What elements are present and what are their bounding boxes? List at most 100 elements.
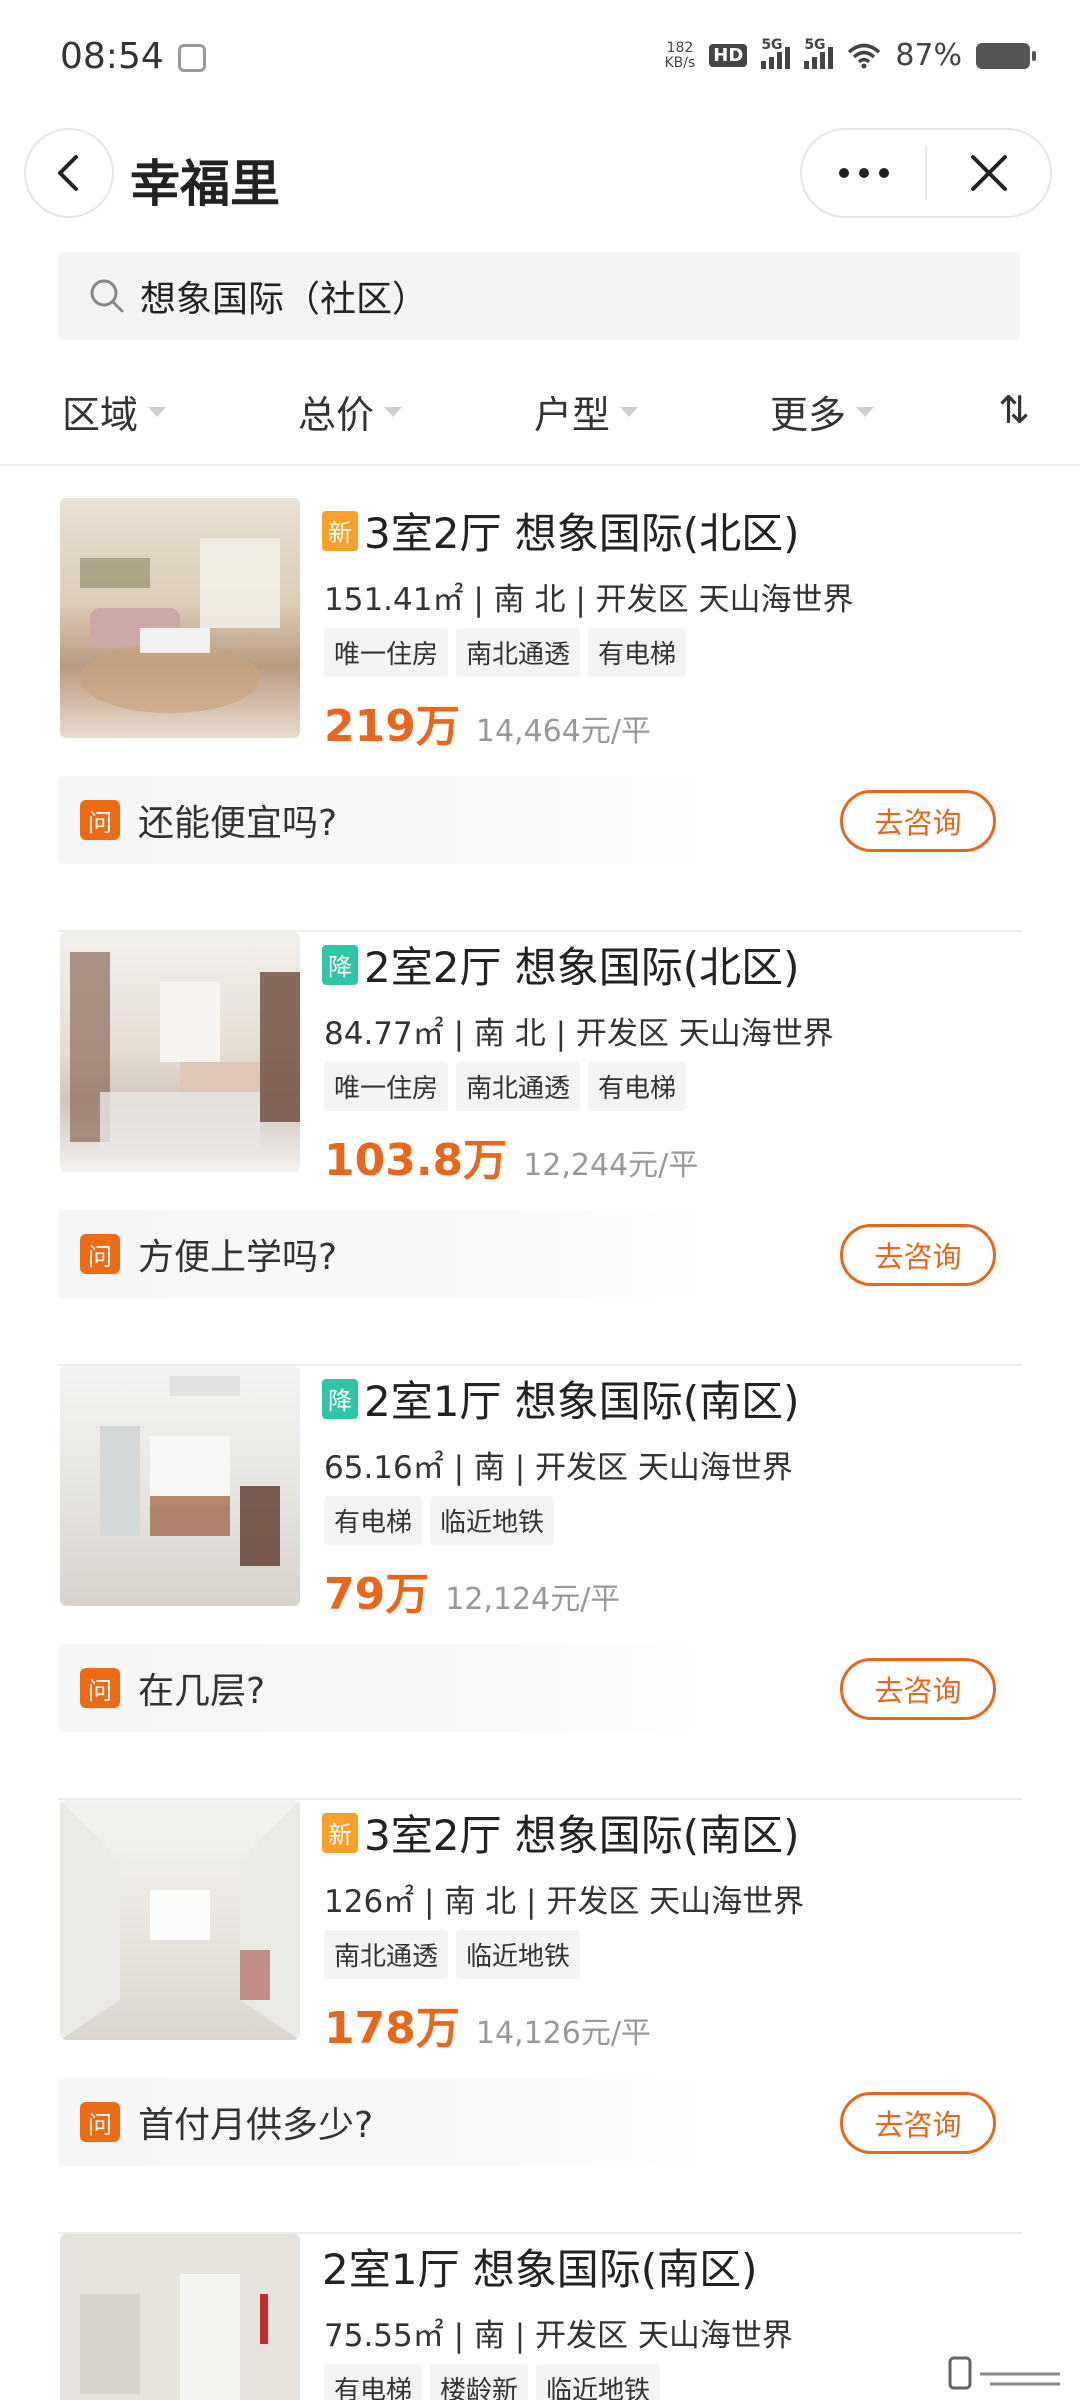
listing-title: 2室2厅 想象国际(北区) [364, 943, 800, 992]
feature-tag: 唯一住房 [324, 628, 449, 677]
feature-tag: 有电梯 [588, 628, 687, 677]
listing-title: 3室2厅 想象国际(南区) [364, 1811, 800, 1860]
price-row: 178万 14,126元/平 [324, 1992, 651, 2056]
listing-meta: 126㎡ | 南 北 | 开发区 天山海世界 [324, 1884, 805, 1920]
feature-tag: 南北通透 [456, 1062, 581, 1111]
caret-down-icon [856, 406, 875, 417]
filter-region[interactable]: 区域 [62, 384, 167, 439]
question-text: 首付月供多少? [138, 2105, 374, 2146]
consult-button[interactable]: 去咨询 [840, 1224, 996, 1286]
caret-down-icon [148, 406, 167, 417]
consult-button[interactable]: 去咨询 [840, 790, 996, 852]
total-price: 79万 [324, 1569, 430, 1620]
feature-tag: 临近地铁 [456, 1930, 581, 1979]
feature-tag: 有电梯 [324, 2364, 423, 2400]
filter-more-label: 更多 [770, 393, 847, 437]
question-icon: 问 [80, 1234, 120, 1274]
signal-label-2: 5G [804, 36, 826, 53]
feature-tag: 临近地铁 [430, 1496, 555, 1545]
feature-tag: 有电梯 [324, 1496, 423, 1545]
feature-tag: 临近地铁 [536, 2364, 661, 2400]
more-dots-icon [838, 168, 889, 178]
unit-price: 14,126元/平 [475, 2016, 651, 2051]
listing-title: 3室2厅 想象国际(北区) [364, 509, 800, 558]
listing-item[interactable]: 降 2室2厅 想象国际(北区) 84.77㎡ | 南 北 | 开发区 天山海世界… [58, 932, 1022, 1366]
close-icon [970, 155, 1007, 191]
listing-title-row: 2室1厅 想象国际(南区) [322, 2236, 758, 2297]
filter-total-price[interactable]: 总价 [298, 384, 403, 439]
filter-region-label: 区域 [62, 393, 139, 437]
filter-layout[interactable]: 户型 [534, 384, 639, 439]
listing-meta: 151.41㎡ | 南 北 | 开发区 天山海世界 [324, 582, 854, 618]
price-drop-badge: 降 [322, 1378, 358, 1419]
listing-title: 2室1厅 想象国际(南区) [322, 2245, 758, 2294]
listing-meta: 75.55㎡ | 南 | 开发区 天山海世界 [324, 2318, 793, 2354]
filter-more[interactable]: 更多 [770, 384, 875, 439]
question-icon: 问 [80, 1668, 120, 1708]
new-badge: 新 [322, 1812, 358, 1853]
listing-item[interactable]: 新 3室2厅 想象国际(北区) 151.41㎡ | 南 北 | 开发区 天山海世… [58, 498, 1022, 932]
listing-title-row: 降 2室2厅 想象国际(北区) [322, 934, 800, 995]
status-bar: 08:54 182 KB/s HD 5G 5G 87% [0, 0, 1080, 120]
mini-program-capsule [800, 128, 1052, 218]
listing-item[interactable]: 新 3室2厅 想象国际(南区) 126㎡ | 南 北 | 开发区 天山海世界 南… [58, 1800, 1022, 2234]
back-button[interactable] [24, 128, 114, 218]
watermark-icon [948, 2356, 1060, 2390]
battery-icon [976, 42, 1036, 69]
feature-tag: 唯一住房 [324, 1062, 449, 1111]
battery-percent: 87% [895, 38, 962, 73]
listing-meta: 65.16㎡ | 南 | 开发区 天山海世界 [324, 1450, 793, 1486]
listing-photo [60, 2234, 300, 2400]
consult-button[interactable]: 去咨询 [840, 1658, 996, 1720]
hd-icon: HD [709, 44, 748, 67]
consult-button[interactable]: 去咨询 [840, 2092, 996, 2154]
listing-tags: 南北通透 临近地铁 [324, 1930, 581, 1979]
question-bar[interactable]: 问 在几层? [58, 1644, 706, 1732]
listing-photo [60, 932, 300, 1172]
filter-total-price-label: 总价 [298, 393, 375, 437]
close-button[interactable] [927, 130, 1050, 216]
question-bar[interactable]: 问 还能便宜吗? [58, 776, 706, 864]
listing-title: 2室1厅 想象国际(南区) [364, 1377, 800, 1426]
listing-title-row: 新 3室2厅 想象国际(南区) [322, 1802, 800, 1863]
search-icon [90, 279, 124, 313]
listing-title-row: 新 3室2厅 想象国际(北区) [322, 500, 800, 561]
network-speed: 182 KB/s [664, 39, 696, 71]
question-bar[interactable]: 问 首付月供多少? [58, 2078, 706, 2166]
signal-icon-2: 5G [804, 37, 834, 69]
sort-icon[interactable]: ⇅ [998, 388, 1030, 432]
feature-tag: 有电梯 [588, 1062, 687, 1111]
listing-item[interactable]: 降 2室1厅 想象国际(南区) 65.16㎡ | 南 | 开发区 天山海世界 有… [58, 1366, 1022, 1800]
unit-price: 12,244元/平 [523, 1148, 699, 1183]
app-notification-icon [178, 44, 206, 72]
network-speed-value: 182 [666, 39, 694, 56]
status-indicators: 182 KB/s HD 5G 5G 87% [664, 37, 1036, 73]
price-row: 103.8万 12,244元/平 [324, 1124, 698, 1188]
total-price: 103.8万 [324, 1135, 508, 1186]
feature-tag: 南北通透 [456, 628, 581, 677]
question-text: 还能便宜吗? [138, 803, 338, 844]
listing-photo [60, 1366, 300, 1606]
price-row: 79万 12,124元/平 [324, 1558, 620, 1622]
listing-tags: 唯一住房 南北通透 有电梯 [324, 1062, 687, 1111]
listing-photo [60, 1800, 300, 2040]
listing-meta: 84.77㎡ | 南 北 | 开发区 天山海世界 [324, 1016, 834, 1052]
listing-photo [60, 498, 300, 738]
filter-layout-label: 户型 [534, 393, 611, 437]
price-row: 219万 14,464元/平 [324, 690, 651, 754]
question-bar[interactable]: 问 方便上学吗? [58, 1210, 706, 1298]
chevron-left-icon [58, 155, 78, 191]
filter-bar: 区域 总价 户型 更多 ⇅ [0, 366, 1080, 466]
page-title: 幸福里 [130, 155, 280, 213]
header: 幸福里 [0, 128, 1080, 220]
signal-icon-1: 5G [761, 37, 791, 69]
status-time: 08:54 [60, 36, 164, 77]
signal-label-1: 5G [761, 36, 783, 53]
question-icon: 问 [80, 800, 120, 840]
more-button[interactable] [802, 130, 925, 216]
total-price: 178万 [324, 2003, 460, 2054]
search-input[interactable]: 想象国际（社区） [58, 252, 1020, 340]
feature-tag: 楼龄新 [430, 2364, 529, 2400]
network-speed-unit: KB/s [664, 54, 696, 71]
new-badge: 新 [322, 510, 358, 551]
